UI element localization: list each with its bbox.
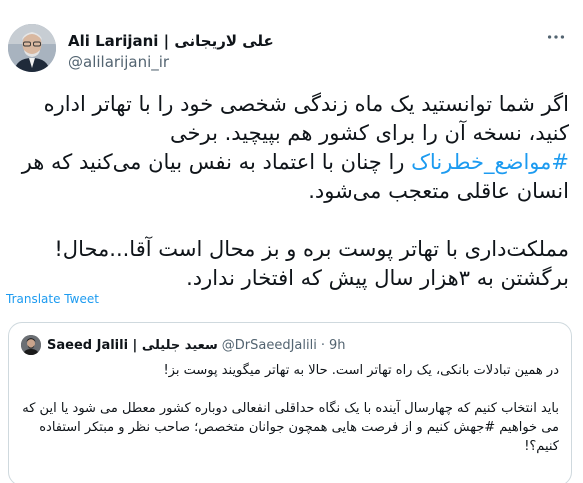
hashtag-link[interactable]: #مواضع_خطرناک [411, 150, 569, 174]
quoted-author-name: Saeed Jalili | سعید جلیلی [47, 337, 218, 353]
quoted-paragraph-2: باید انتخاب کنیم که چهارسال آینده با یک … [21, 399, 559, 456]
quoted-hashtag: #جهش [453, 420, 496, 435]
quoted-paragraph-1: در همین تبادلات بانکی، یک راه تهاتر است.… [163, 363, 559, 378]
tweet-text-part: اگر شما توانستید یک ماه زندگی شخصی خود ر… [43, 92, 569, 145]
tweet-paragraph-1: اگر شما توانستید یک ماه زندگی شخصی خود ر… [12, 90, 569, 206]
tweet-paragraph-2: مملکت‌داری با تهاتر پوست بره و بز محال ا… [54, 237, 569, 290]
author-name[interactable]: Ali Larijani | علی لاریجانی [68, 32, 274, 50]
tweet-card: Ali Larijani | علی لاریجانی @alilarijani… [0, 0, 583, 483]
quoted-author-avatar [21, 335, 41, 355]
translate-tweet-link[interactable]: Translate Tweet [6, 292, 99, 306]
more-horizontal-icon[interactable] [545, 26, 567, 48]
tweet-text: اگر شما توانستید یک ماه زندگی شخصی خود ر… [12, 90, 569, 293]
quoted-author-handle: @DrSaeedJalili [221, 337, 317, 353]
quoted-tweet[interactable]: Saeed Jalili | سعید جلیلی @DrSaeedJalili… [8, 322, 572, 483]
quoted-tweet-text: در همین تبادلات بانکی، یک راه تهاتر است.… [21, 361, 559, 456]
author-avatar-photo [8, 24, 56, 72]
quoted-avatar-photo [21, 335, 41, 355]
author-handle[interactable]: @alilarijani_ir [68, 52, 274, 72]
author-info: Ali Larijani | علی لاریجانی @alilarijani… [68, 31, 274, 72]
author-avatar[interactable] [8, 24, 56, 72]
quoted-tweet-time: 9h [328, 337, 346, 353]
separator-dot: · [320, 337, 325, 353]
quoted-tweet-header: Saeed Jalili | سعید جلیلی @DrSaeedJalili… [21, 335, 345, 355]
